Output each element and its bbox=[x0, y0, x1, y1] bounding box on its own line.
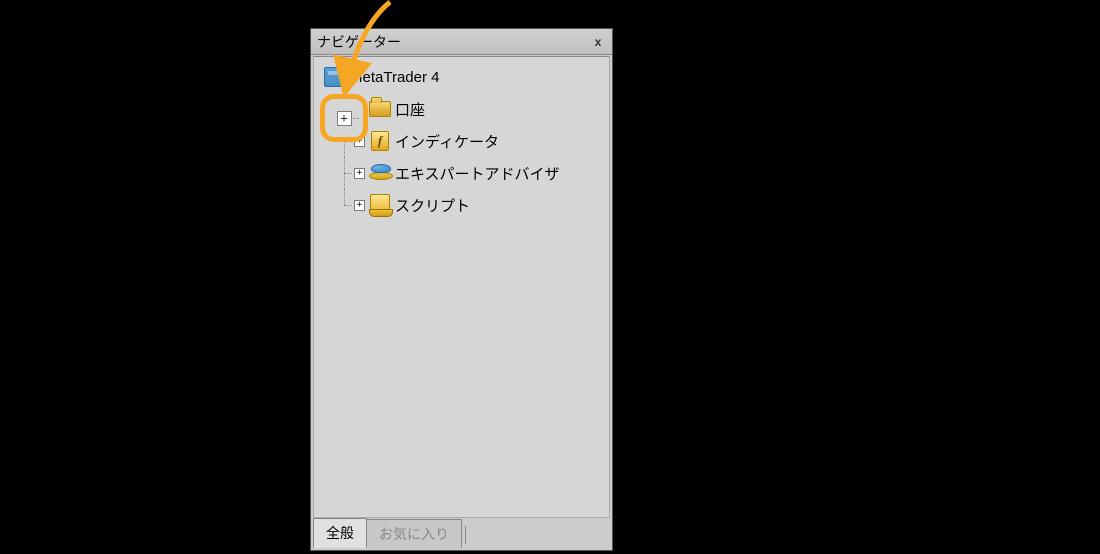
tree-item-label: スクリプト bbox=[395, 195, 470, 216]
panel-title: ナビゲーター bbox=[317, 32, 401, 52]
tree-connector bbox=[338, 157, 354, 189]
expand-toggle[interactable]: + bbox=[354, 200, 365, 211]
expand-plus-highlight: + bbox=[337, 111, 352, 126]
tree-item-expert-advisors[interactable]: + エキスパートアドバイザ bbox=[316, 157, 607, 189]
tree-root-metatrader[interactable]: MetaTrader 4 bbox=[316, 61, 607, 93]
tree-connector bbox=[338, 189, 354, 221]
tree-item-label: インディケータ bbox=[395, 131, 499, 152]
close-button[interactable]: x bbox=[590, 34, 606, 50]
mt4-icon bbox=[324, 66, 346, 88]
tree-item-label: エキスパートアドバイザ bbox=[395, 163, 560, 184]
expert-advisor-icon bbox=[369, 162, 391, 184]
indicator-icon bbox=[369, 130, 391, 152]
tree-item-scripts[interactable]: + スクリプト bbox=[316, 189, 607, 221]
tree-root-label: MetaTrader 4 bbox=[350, 69, 439, 86]
tree-item-label: 口座 bbox=[395, 99, 425, 120]
tab-bar: 全般 お気に入り bbox=[313, 518, 610, 548]
panel-titlebar[interactable]: ナビゲーター x bbox=[311, 29, 612, 55]
folder-icon bbox=[369, 98, 391, 120]
tab-divider bbox=[465, 526, 466, 544]
tab-general[interactable]: 全般 bbox=[313, 518, 367, 548]
script-icon bbox=[369, 194, 391, 216]
tab-favorites[interactable]: お気に入り bbox=[366, 519, 462, 548]
highlight-callout: + bbox=[320, 94, 368, 142]
expand-toggle[interactable]: + bbox=[354, 168, 365, 179]
